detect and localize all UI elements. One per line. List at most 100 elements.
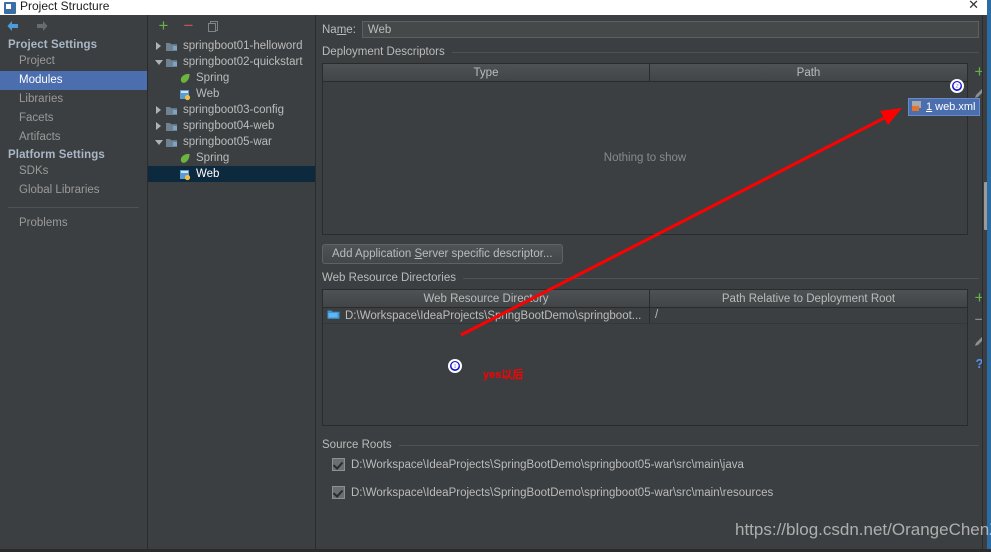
spring-leaf-icon bbox=[178, 152, 192, 165]
tree-row[interactable]: Web bbox=[148, 86, 315, 102]
sidebar-nav-arrows bbox=[0, 15, 147, 37]
arrow-right-icon[interactable] bbox=[34, 19, 50, 33]
add-app-server-descriptor-button[interactable]: Add Application Server specific descript… bbox=[322, 244, 563, 264]
section-divider bbox=[463, 277, 979, 279]
web-xml-label: web.xml bbox=[935, 101, 976, 113]
deployment-descriptors-table: Type Path Nothing to show + bbox=[322, 63, 984, 235]
empty-state-text: Nothing to show bbox=[603, 152, 687, 164]
module-icon bbox=[165, 40, 179, 53]
chevron-right-icon[interactable] bbox=[152, 40, 165, 53]
module-icon bbox=[165, 104, 179, 117]
facet-name-row: Name: bbox=[316, 15, 991, 38]
web-resource-directory-value: D:\Workspace\IdeaProjects\SpringBootDemo… bbox=[345, 309, 642, 322]
relative-path-value: / bbox=[649, 308, 967, 323]
table-header-row: Type Path bbox=[323, 64, 967, 82]
annotation-note: yes以后 bbox=[483, 369, 524, 381]
spring-leaf-icon bbox=[178, 72, 192, 85]
tree-row[interactable]: springboot03-config bbox=[148, 102, 315, 118]
source-roots-list: D:\Workspace\IdeaProjects\SpringBootDemo… bbox=[322, 456, 968, 501]
sidebar-item-artifacts[interactable]: Artifacts bbox=[0, 128, 147, 147]
sidebar-item-facets[interactable]: Facets bbox=[0, 109, 147, 128]
tree-row[interactable]: springboot04-web bbox=[148, 118, 315, 134]
sidebar-item-modules[interactable]: Modules bbox=[0, 71, 147, 90]
sidebar-item-global-libraries[interactable]: Global Libraries bbox=[0, 181, 147, 200]
tree-row-label: springboot05-war bbox=[183, 136, 272, 148]
list-item[interactable]: D:\Workspace\IdeaProjects\SpringBootDemo… bbox=[322, 456, 968, 473]
tree-row[interactable]: springboot01-helloword bbox=[148, 38, 315, 54]
table-header-row: Web Resource Directory Path Relative to … bbox=[323, 290, 967, 308]
annotation-marker-two: ❷ bbox=[950, 79, 964, 93]
source-root-checkbox[interactable] bbox=[332, 458, 345, 471]
section-divider bbox=[398, 444, 979, 446]
chevron-right-icon[interactable] bbox=[152, 104, 165, 117]
chevron-down-icon[interactable] bbox=[152, 56, 165, 69]
tree-row-label: Web bbox=[196, 168, 220, 180]
sidebar-group-project-settings: Project Settings Project Modules Librari… bbox=[0, 37, 147, 147]
web-resource-directories-table: Web Resource Directory Path Relative to … bbox=[322, 289, 984, 426]
remove-module-button[interactable]: − bbox=[181, 17, 196, 34]
xml-file-icon bbox=[911, 100, 923, 115]
folder-icon bbox=[327, 309, 341, 322]
sidebar-item-problems[interactable]: Problems bbox=[0, 214, 147, 233]
sidebar-item-project[interactable]: Project bbox=[0, 52, 147, 71]
tree-row-web-selected[interactable]: Web bbox=[148, 166, 315, 182]
column-header-path[interactable]: Path bbox=[649, 64, 967, 81]
window-right-border bbox=[987, 0, 991, 552]
deployment-descriptors-label: Deployment Descriptors bbox=[322, 46, 445, 58]
tree-row-label: springboot01-helloword bbox=[183, 40, 303, 52]
tree-row-label: Spring bbox=[196, 152, 230, 164]
tree-row[interactable]: Spring bbox=[148, 70, 315, 86]
web-facet-icon bbox=[178, 88, 192, 101]
chevron-down-icon[interactable] bbox=[152, 136, 165, 149]
project-structure-dialog: Project Structure ✕ Project Settings Pro… bbox=[0, 0, 991, 552]
column-header-type[interactable]: Type bbox=[323, 64, 649, 81]
sidebar-group-label: Project Settings bbox=[8, 39, 98, 51]
annotation-marker-one: ❶ bbox=[448, 359, 462, 373]
dialog-body: Project Settings Project Modules Librari… bbox=[0, 15, 991, 552]
web-facet-icon bbox=[178, 168, 192, 181]
module-tree-rows: springboot01-helloword springboot02-quic… bbox=[148, 37, 315, 182]
facet-name-input[interactable] bbox=[361, 21, 979, 38]
list-item[interactable]: D:\Workspace\IdeaProjects\SpringBootDemo… bbox=[322, 484, 968, 501]
source-root-path: D:\Workspace\IdeaProjects\SpringBootDemo… bbox=[351, 486, 774, 499]
window-title: Project Structure bbox=[20, 0, 110, 13]
web-xml-count: 1 bbox=[926, 101, 933, 113]
tree-row-label: springboot02-quickstart bbox=[183, 56, 303, 68]
column-header-relative-path[interactable]: Path Relative to Deployment Root bbox=[649, 290, 967, 307]
tree-row-label: Spring bbox=[196, 72, 230, 84]
app-icon bbox=[4, 1, 16, 14]
close-icon[interactable]: ✕ bbox=[968, 0, 979, 13]
table-row[interactable]: D:\Workspace\IdeaProjects\SpringBootDemo… bbox=[323, 308, 967, 324]
settings-sidebar: Project Settings Project Modules Librari… bbox=[0, 15, 148, 552]
sidebar-item-sdks[interactable]: SDKs bbox=[0, 162, 147, 181]
facet-detail-panel: Name: Deployment Descriptors Type Path N… bbox=[316, 15, 991, 552]
sidebar-divider bbox=[8, 207, 139, 208]
section-divider bbox=[451, 51, 979, 53]
tree-row-label: Web bbox=[196, 88, 220, 100]
module-icon bbox=[165, 120, 179, 133]
add-module-button[interactable]: + bbox=[156, 17, 171, 34]
copy-icon[interactable] bbox=[206, 19, 221, 34]
sidebar-group-label: Platform Settings bbox=[8, 149, 105, 161]
source-root-checkbox[interactable] bbox=[332, 486, 345, 499]
web-resource-directories-body: D:\Workspace\IdeaProjects\SpringBootDemo… bbox=[323, 308, 967, 426]
module-tree-toolbar: + − bbox=[148, 15, 315, 37]
facet-name-label: Name: bbox=[322, 23, 356, 36]
source-roots-header: Source Roots bbox=[316, 426, 991, 451]
module-icon bbox=[165, 56, 179, 69]
chevron-right-icon[interactable] bbox=[152, 120, 165, 133]
tree-row[interactable]: Spring bbox=[148, 150, 315, 166]
tree-row[interactable]: springboot02-quickstart bbox=[148, 54, 315, 70]
web-xml-popup[interactable]: 1 web.xml bbox=[908, 98, 981, 116]
tree-row-label: springboot03-config bbox=[183, 104, 285, 116]
deployment-descriptors-body: Nothing to show bbox=[323, 82, 967, 234]
watermark-text: https://blog.csdn.net/OrangeChenZ bbox=[735, 520, 991, 539]
column-header-web-resource-directory[interactable]: Web Resource Directory bbox=[323, 290, 649, 307]
tree-row[interactable]: springboot05-war bbox=[148, 134, 315, 150]
sidebar-item-libraries[interactable]: Libraries bbox=[0, 90, 147, 109]
web-resource-directories-label: Web Resource Directories bbox=[322, 272, 457, 284]
module-icon bbox=[165, 136, 179, 149]
source-roots-label: Source Roots bbox=[322, 439, 392, 451]
arrow-left-icon[interactable] bbox=[5, 19, 21, 33]
web-resource-directories-header: Web Resource Directories bbox=[316, 264, 991, 284]
